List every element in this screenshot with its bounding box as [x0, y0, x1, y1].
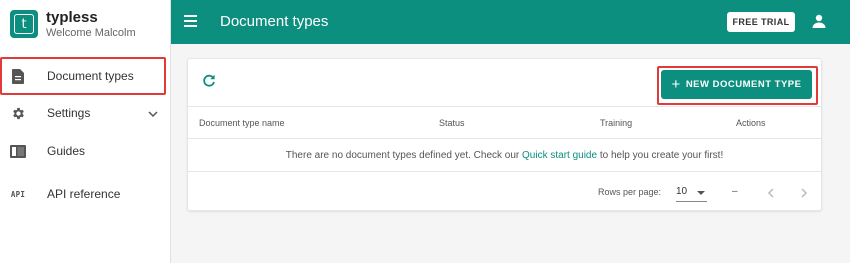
- sidebar-item-label: API reference: [47, 187, 121, 201]
- brand-name: typless: [46, 9, 98, 26]
- divider: [188, 106, 821, 107]
- highlight-box: [657, 66, 818, 105]
- page-title: Document types: [220, 13, 329, 30]
- sidebar-item-guides[interactable]: Guides: [0, 133, 171, 169]
- quick-start-guide-link[interactable]: Quick start guide: [522, 150, 597, 161]
- empty-message-text-end: to help you create your first!: [597, 150, 724, 161]
- divider: [188, 171, 821, 172]
- welcome-text: Welcome Malcolm: [46, 27, 136, 39]
- free-trial-button[interactable]: FREE TRIAL: [727, 12, 795, 32]
- menu-icon[interactable]: [184, 15, 197, 27]
- brand: t typless Welcome Malcolm: [10, 9, 136, 40]
- rows-per-page-label: Rows per page:: [598, 187, 662, 197]
- sidebar: t typless Welcome Malcolm Document types…: [0, 0, 171, 263]
- divider: [188, 138, 821, 139]
- column-header-name[interactable]: Document type name: [199, 118, 285, 128]
- sidebar-item-api-reference[interactable]: API API reference: [0, 176, 171, 212]
- user-icon[interactable]: [812, 14, 826, 28]
- document-types-card: + NEW DOCUMENT TYPE Document type name S…: [187, 58, 822, 211]
- rows-per-page-select[interactable]: 10: [676, 183, 707, 202]
- top-bar: Document types FREE TRIAL: [171, 0, 850, 44]
- sidebar-item-label: Guides: [47, 144, 86, 158]
- page-range: –: [732, 186, 738, 197]
- refresh-icon[interactable]: [201, 73, 217, 89]
- chevron-down-icon[interactable]: [147, 107, 159, 119]
- gear-icon: [10, 105, 26, 121]
- logo-letter: t: [14, 14, 34, 34]
- chevron-left-icon[interactable]: [765, 186, 777, 198]
- highlight-box: [0, 57, 166, 95]
- sidebar-item-settings[interactable]: Settings: [0, 95, 171, 131]
- empty-state-message: There are no document types defined yet.…: [188, 150, 821, 161]
- sidebar-item-label: Settings: [47, 106, 91, 120]
- column-header-actions: Actions: [736, 118, 766, 128]
- column-header-training[interactable]: Training: [600, 118, 632, 128]
- empty-message-text: There are no document types defined yet.…: [285, 150, 523, 161]
- column-header-status[interactable]: Status: [439, 118, 465, 128]
- book-icon: [10, 143, 26, 159]
- api-icon: API: [10, 189, 26, 199]
- chevron-right-icon[interactable]: [798, 186, 810, 198]
- typless-logo: t: [10, 10, 38, 38]
- rows-per-page-value: 10: [676, 186, 688, 197]
- caret-down-icon: [697, 191, 705, 195]
